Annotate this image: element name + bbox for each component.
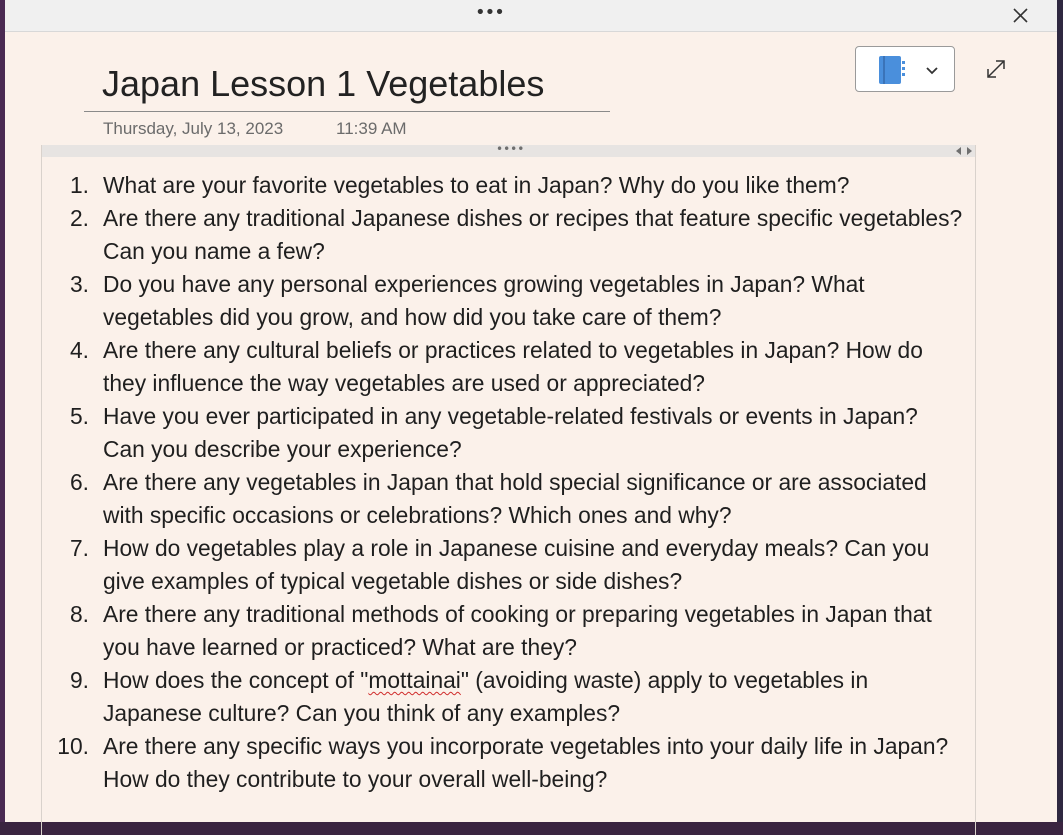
- page-title[interactable]: Japan Lesson 1 Vegetables: [102, 63, 544, 105]
- title-underline: [84, 111, 610, 112]
- drag-dots-icon: ••••: [496, 142, 525, 156]
- question-number: 5.: [69, 403, 89, 429]
- question-text: Are there any traditional methods of coo…: [103, 601, 932, 660]
- question-text: What are your favorite vegetables to eat…: [103, 172, 850, 198]
- question-item[interactable]: 4. Are there any cultural beliefs or prac…: [42, 334, 972, 400]
- question-text: Are there any vegetables in Japan that h…: [103, 469, 927, 528]
- question-number: 8.: [69, 601, 89, 627]
- resize-arrows-icon[interactable]: [955, 144, 973, 158]
- question-item[interactable]: 3. Do you have any personal experiences g…: [42, 268, 972, 334]
- notebook-picker-button[interactable]: [855, 46, 955, 92]
- note-container[interactable]: •••• 1. What are your favorite vegetables…: [41, 142, 976, 835]
- question-number: 1.: [69, 172, 89, 198]
- question-number: 3.: [69, 271, 89, 297]
- question-text: How do vegetables play a role in Japanes…: [103, 535, 930, 594]
- question-number: 6.: [69, 469, 89, 495]
- question-text: Do you have any personal experiences gro…: [103, 271, 865, 330]
- notebook-icon: [878, 56, 906, 84]
- spellcheck-flagged-word: mottainai: [368, 667, 461, 693]
- question-number: 4.: [69, 337, 89, 363]
- question-item[interactable]: 6. Are there any vegetables in Japan that…: [42, 466, 972, 532]
- desktop-background-right: [1057, 0, 1063, 822]
- question-text: How does the concept of ": [103, 667, 369, 693]
- question-item[interactable]: 8. Are there any traditional methods of c…: [42, 598, 972, 664]
- question-text: Are there any traditional Japanese dishe…: [103, 205, 963, 264]
- question-number: 10.: [57, 733, 89, 759]
- question-item[interactable]: 10. Are there any specific ways you incor…: [42, 730, 972, 796]
- question-text: Have you ever participated in any vegeta…: [103, 403, 918, 462]
- question-item[interactable]: 7. How do vegetables play a role in Japan…: [42, 532, 972, 598]
- question-text: Are there any specific ways you incorpor…: [103, 733, 949, 792]
- container-drag-handle[interactable]: ••••: [42, 142, 975, 158]
- chevron-down-icon: [924, 62, 940, 78]
- question-number: 7.: [69, 535, 89, 561]
- note-window: ••• Japan Lesson 1 Vegetables Thursday, …: [5, 0, 1057, 835]
- question-item[interactable]: 2. Are there any traditional Japanese dis…: [42, 202, 972, 268]
- question-number: 2.: [69, 205, 89, 231]
- page-date: Thursday, July 13, 2023: [103, 119, 284, 138]
- expand-icon[interactable]: [983, 56, 1009, 82]
- question-item[interactable]: 1. What are your favorite vegetables to e…: [42, 169, 972, 202]
- more-options-icon[interactable]: •••: [475, 2, 505, 26]
- question-text: Are there any cultural beliefs or practi…: [103, 337, 923, 396]
- title-bar[interactable]: •••: [5, 0, 1057, 32]
- question-list: 1. What are your favorite vegetables to e…: [42, 169, 972, 796]
- question-item[interactable]: 9. How does the concept of "mottainai" (a…: [42, 664, 972, 730]
- question-item[interactable]: 5. Have you ever participated in any vege…: [42, 400, 972, 466]
- close-icon[interactable]: [1007, 3, 1033, 27]
- page-time: 11:39 AM: [336, 119, 407, 138]
- question-number: 9.: [69, 667, 89, 693]
